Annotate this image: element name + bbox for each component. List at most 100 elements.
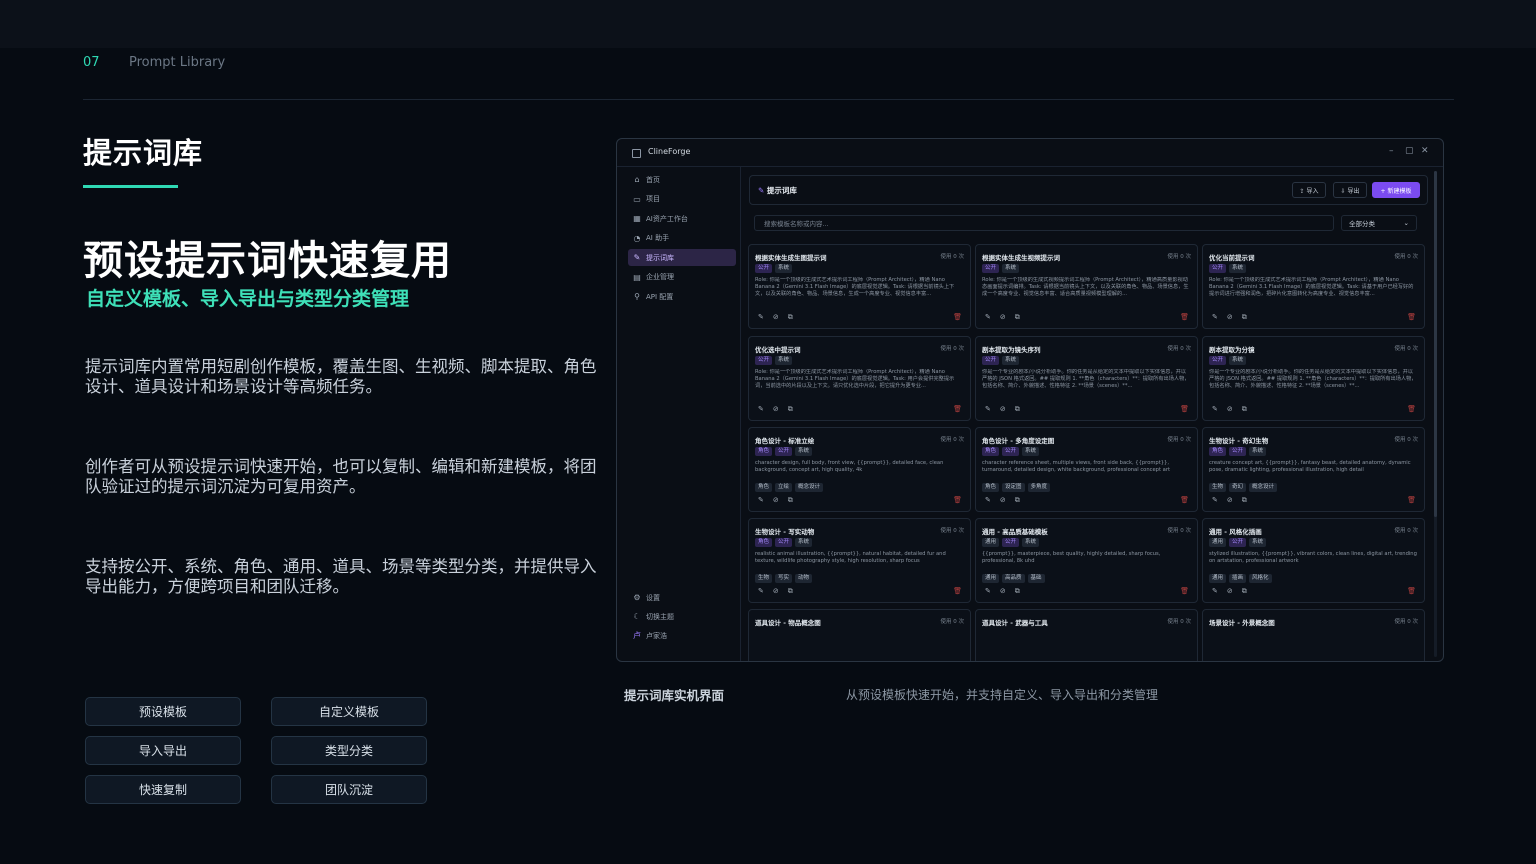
copy-icon[interactable]: ⧉: [1015, 405, 1020, 414]
prompt-card[interactable]: 道具设计 - 物品概念图 使用 0 次: [748, 609, 971, 661]
visibility-toggle-icon[interactable]: ⊘: [1000, 405, 1006, 414]
prompt-card[interactable]: 通用 - 高品质基础模板 使用 0 次通用 公开 系统 {{prompt}}, mast…: [975, 518, 1198, 603]
delete-icon[interactable]: 🗑: [953, 313, 962, 321]
sidebar-bottom-item-1[interactable]: ☾ 切换主题: [628, 608, 736, 625]
copy-icon[interactable]: ⧉: [1242, 587, 1247, 596]
card-description: creature concept art, {{prompt}}, fantas…: [1209, 460, 1411, 474]
card-usage-count: 使用 0 次: [1394, 346, 1419, 352]
prompt-card[interactable]: 根据实体生成生视频提示词 使用 0 次公开 系统 Role: 你是一个顶级的生成式视频…: [975, 244, 1198, 329]
sidebar-bottom-item-0[interactable]: ⚙ 设置: [628, 589, 736, 606]
copy-icon[interactable]: ⧉: [1242, 313, 1247, 322]
prompt-card[interactable]: 道具设计 - 武器与工具 使用 0 次: [975, 609, 1198, 661]
sidebar-item-5[interactable]: ▤ 企业管理: [628, 269, 736, 286]
visibility-toggle-icon[interactable]: ⊘: [773, 496, 779, 505]
edit-icon[interactable]: ✎: [1212, 405, 1218, 414]
card-tag: 系统: [1002, 264, 1020, 273]
minimize-icon[interactable]: –: [1389, 146, 1394, 156]
delete-icon[interactable]: 🗑: [1407, 405, 1416, 413]
card-tag: 系统: [775, 264, 793, 273]
card-tags: 公开 系统: [982, 356, 1020, 365]
delete-icon[interactable]: 🗑: [1180, 313, 1189, 321]
sidebar-item-3[interactable]: ◔ AI 助手: [628, 230, 736, 247]
copy-icon[interactable]: ⧉: [1242, 405, 1247, 414]
edit-icon[interactable]: ✎: [985, 405, 991, 414]
edit-icon[interactable]: ✎: [1212, 587, 1218, 596]
prompt-card[interactable]: 剧本提取为分镜 使用 0 次公开 系统 你是一个专业的剧本/小说分析助手。你的任务是从…: [1202, 336, 1425, 421]
card-description: character design, full body, front view,…: [755, 460, 944, 474]
card-actions: ✎ ⊘ ⧉: [985, 496, 1020, 505]
edit-icon[interactable]: ✎: [758, 405, 764, 414]
copy-icon[interactable]: ⧉: [1015, 496, 1020, 505]
prompt-card[interactable]: 生物设计 - 奇幻生物 使用 0 次角色 公开 系统 creature concept …: [1202, 427, 1425, 512]
close-icon[interactable]: ✕: [1421, 146, 1429, 156]
visibility-toggle-icon[interactable]: ⊘: [1227, 587, 1233, 596]
copy-icon[interactable]: ⧉: [788, 587, 793, 596]
card-description: character reference sheet, multiple view…: [982, 460, 1170, 474]
delete-icon[interactable]: 🗑: [1407, 587, 1416, 595]
sidebar-item-2[interactable]: ▦ AI资产工作台: [628, 210, 736, 227]
edit-icon[interactable]: ✎: [758, 496, 764, 505]
sidebar-item-6[interactable]: ⚲ API 配置: [628, 288, 736, 305]
title-accent-bar: [83, 185, 178, 188]
export-button[interactable]: ⇩ 导出: [1333, 182, 1367, 198]
new-template-button[interactable]: + 新建模板: [1372, 182, 1420, 198]
copy-icon[interactable]: ⧉: [1015, 313, 1020, 322]
card-tag: 公开: [755, 264, 773, 273]
prompt-card[interactable]: 角色设计 - 多角度设定图 使用 0 次角色 公开 系统 character refer…: [975, 427, 1198, 512]
edit-icon[interactable]: ✎: [985, 313, 991, 322]
edit-icon[interactable]: ✎: [985, 496, 991, 505]
prompt-card[interactable]: 场景设计 - 外景概念图 使用 0 次: [1202, 609, 1425, 661]
edit-icon[interactable]: ✎: [758, 587, 764, 596]
prompt-card[interactable]: 剧本提取为镜头序列 使用 0 次公开 系统 你是一个专业的剧本/小说分析助手。你的任务…: [975, 336, 1198, 421]
delete-icon[interactable]: 🗑: [953, 496, 962, 504]
prompt-card[interactable]: 角色设计 - 标准立绘 使用 0 次角色 公开 系统 character design,…: [748, 427, 971, 512]
screenshot-caption-title: 提示词库实机界面: [624, 688, 725, 703]
card-keyword: 概念设计: [1249, 483, 1278, 492]
visibility-toggle-icon[interactable]: ⊘: [1000, 313, 1006, 322]
edit-icon[interactable]: ✎: [1212, 496, 1218, 505]
visibility-toggle-icon[interactable]: ⊘: [773, 587, 779, 596]
delete-icon[interactable]: 🗑: [1407, 313, 1416, 321]
copy-icon[interactable]: ⧉: [1242, 496, 1247, 505]
card-title: 道具设计 - 物品概念图: [755, 619, 821, 627]
delete-icon[interactable]: 🗑: [1407, 496, 1416, 504]
edit-icon[interactable]: ✎: [758, 313, 764, 322]
card-actions: ✎ ⊘ ⧉: [758, 496, 793, 505]
scroll-thumb[interactable]: [1434, 171, 1437, 517]
visibility-toggle-icon[interactable]: ⊘: [773, 405, 779, 414]
copy-icon[interactable]: ⧉: [1015, 587, 1020, 596]
edit-icon[interactable]: ✎: [1212, 313, 1218, 322]
card-keyword: 角色: [982, 483, 1000, 492]
copy-icon[interactable]: ⧉: [788, 496, 793, 505]
search-input[interactable]: 搜索模板名称或内容...: [754, 215, 1334, 231]
visibility-toggle-icon[interactable]: ⊘: [773, 313, 779, 322]
card-usage-count: 使用 0 次: [940, 346, 965, 352]
delete-icon[interactable]: 🗑: [1180, 496, 1189, 504]
import-button[interactable]: ⇪ 导入: [1292, 182, 1326, 198]
delete-icon[interactable]: 🗑: [1180, 405, 1189, 413]
visibility-toggle-icon[interactable]: ⊘: [1227, 313, 1233, 322]
edit-icon[interactable]: ✎: [985, 587, 991, 596]
delete-icon[interactable]: 🗑: [953, 587, 962, 595]
category-select[interactable]: 全部分类 ⌄: [1341, 215, 1417, 231]
delete-icon[interactable]: 🗑: [1180, 587, 1189, 595]
card-keyword: 风格化: [1249, 574, 1272, 583]
prompt-card[interactable]: 优化当前提示词 使用 0 次公开 系统 Role: 你是一个顶级的生成式艺术提示词工程…: [1202, 244, 1425, 329]
maximize-icon[interactable]: ▢: [1405, 146, 1414, 156]
visibility-toggle-icon[interactable]: ⊘: [1227, 405, 1233, 414]
prompt-card[interactable]: 优化选中提示词 使用 0 次公开 系统 Role: 你是一个顶级的生成式艺术提示词工程…: [748, 336, 971, 421]
copy-icon[interactable]: ⧉: [788, 405, 793, 414]
prompt-card[interactable]: 根据实体生成生图提示词 使用 0 次公开 系统 Role: 你是一个顶级的生成式艺术提…: [748, 244, 971, 329]
visibility-toggle-icon[interactable]: ⊘: [1000, 496, 1006, 505]
sidebar-item-0[interactable]: ⌂ 首页: [628, 171, 736, 188]
prompt-card[interactable]: 通用 - 风格化插画 使用 0 次通用 公开 系统 stylized illustrat…: [1202, 518, 1425, 603]
sidebar-item-4[interactable]: ✎ 提示词库: [628, 249, 736, 266]
scrollbar[interactable]: [1434, 171, 1437, 657]
sidebar-item-1[interactable]: ▭ 项目: [628, 191, 736, 208]
delete-icon[interactable]: 🗑: [953, 405, 962, 413]
visibility-toggle-icon[interactable]: ⊘: [1000, 587, 1006, 596]
copy-icon[interactable]: ⧉: [788, 313, 793, 322]
visibility-toggle-icon[interactable]: ⊘: [1227, 496, 1233, 505]
sidebar-bottom-item-2[interactable]: 卢卢家浩: [628, 627, 736, 644]
prompt-card[interactable]: 生物设计 - 写实动物 使用 0 次角色 公开 系统 realistic animal …: [748, 518, 971, 603]
